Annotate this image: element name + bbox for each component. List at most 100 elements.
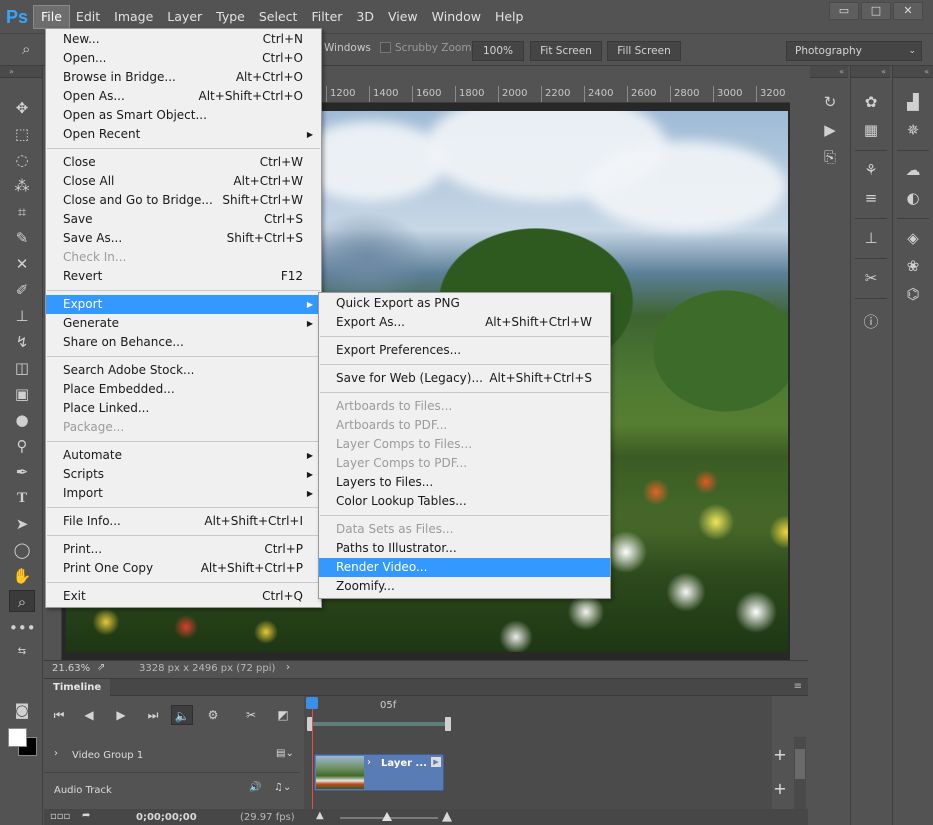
menu-item-export-as[interactable]: Export As... Alt+Shift+Ctrl+W [319,313,610,332]
timeline-tracks-area[interactable]: 05f › Layer ... ▶ [304,696,772,811]
clone-stamp-tool-icon[interactable]: ⊥ [9,305,35,327]
hand-tool-icon[interactable]: ✋ [9,565,35,587]
previous-frame-icon[interactable]: ◀ [78,705,100,725]
menu-help[interactable]: Help [488,6,531,28]
magic-wand-tool-icon[interactable]: ⁂ [9,175,35,197]
eraser-tool-icon[interactable]: ◫ [9,357,35,379]
menu-item-share-on-behance[interactable]: Share on Behance... [46,333,321,352]
timeline-tab[interactable]: Timeline [44,679,111,696]
menu-item-close-and-go-to-bridge[interactable]: Close and Go to Bridge... Shift+Ctrl+W [46,191,321,210]
workspace-select[interactable]: Photography ⌄ [786,41,922,61]
menu-item-open-as[interactable]: Open As... Alt+Shift+Ctrl+O [46,87,321,106]
panel-menu-icon[interactable]: ≡ [794,681,802,692]
video-group-track[interactable]: › Video Group 1 ▤⌄ [44,737,300,773]
fill-screen-button[interactable]: Fill Screen [607,41,681,61]
blur-tool-icon[interactable]: ● [9,409,35,431]
properties-icon[interactable]: ⎘ [818,146,842,168]
panel-collapse[interactable]: « [851,66,890,78]
work-area-bar[interactable] [308,722,448,726]
menu-item-render-video[interactable]: Render Video... [319,558,610,577]
playhead[interactable] [312,703,313,811]
zoom-in-mountain-icon[interactable]: ▲ [442,809,452,824]
work-area-end-handle[interactable] [445,717,451,731]
paths-icon[interactable]: ⌬ [901,283,925,305]
scrubby-zoom-toggle[interactable]: Scrubby Zoom [380,42,472,54]
swap-colors-icon[interactable]: ⇆ [9,641,35,663]
navigator-icon[interactable]: ✵ [901,119,925,141]
menu-item-save-for-web-legacy[interactable]: Save for Web (Legacy)... Alt+Shift+Ctrl+S [319,369,610,388]
menu-item-close-all[interactable]: Close All Alt+Ctrl+W [46,172,321,191]
menu-item-new[interactable]: New... Ctrl+N [46,30,321,49]
close-button[interactable]: ✕ [893,2,923,20]
marquee-tool-icon[interactable]: ⬚ [9,123,35,145]
menu-item-print-one-copy[interactable]: Print One Copy Alt+Shift+Ctrl+P [46,559,321,578]
clip-menu-icon[interactable]: ▶ [431,757,441,767]
video-clip[interactable]: › Layer ... ▶ [314,754,444,791]
path-selection-tool-icon[interactable]: ➤ [9,513,35,535]
render-video-icon[interactable]: ➦ [82,810,90,821]
move-tool-icon[interactable]: ✥ [9,97,35,119]
quick-mask-icon[interactable]: ◙ [9,699,35,721]
panel-collapse[interactable]: « [893,66,933,78]
clone-source-icon[interactable]: ⊥ [859,227,883,249]
scrubby-zoom-checkbox[interactable] [380,42,391,53]
panel-collapse[interactable]: « [810,66,848,78]
menu-item-open[interactable]: Open... Ctrl+O [46,49,321,68]
minimize-button[interactable]: ▭ [829,2,859,20]
frame-mode-icon[interactable]: ▫▫▫ [50,811,70,822]
play-icon[interactable]: ▶ [110,705,132,725]
menu-item-file-info[interactable]: File Info... Alt+Shift+Ctrl+I [46,512,321,531]
menu-item-print[interactable]: Print... Ctrl+P [46,540,321,559]
timeline-scrollbar[interactable] [794,737,806,809]
next-frame-icon[interactable]: ⏭ [142,705,164,725]
actions-icon[interactable]: ▶ [818,119,842,141]
foreground-color-swatch[interactable] [8,728,27,747]
menu-item-zoomify[interactable]: Zoomify... [319,577,610,596]
chevron-right-icon[interactable]: › [367,757,371,768]
zoom-tool-icon[interactable]: ⌕ [9,590,35,612]
menu-item-scripts[interactable]: Scripts ▶ [46,465,321,484]
menu-item-paths-to-illustrator[interactable]: Paths to Illustrator... [319,539,610,558]
menu-image[interactable]: Image [107,6,160,28]
settings-gear-icon[interactable]: ⚙ [202,705,224,725]
menu-item-place-linked[interactable]: Place Linked... [46,399,321,418]
transition-icon[interactable]: ◩ [272,705,294,725]
menu-item-save[interactable]: Save Ctrl+S [46,210,321,229]
menu-item-save-as[interactable]: Save As... Shift+Ctrl+S [46,229,321,248]
menu-item-revert[interactable]: Revert F12 [46,267,321,286]
histogram-icon[interactable]: ▟ [901,91,925,113]
export-icon[interactable]: ⇗ [97,662,105,673]
menu-filter[interactable]: Filter [304,6,349,28]
more-tools-icon[interactable]: ••• [9,617,36,639]
menu-file[interactable]: File [33,4,70,29]
audio-track[interactable]: Audio Track 🔊 ♫⌄ [44,775,300,811]
chevron-right-icon[interactable]: › [286,662,290,673]
brush-settings-icon[interactable]: ≡ [859,187,883,209]
crop-tool-icon[interactable]: ⌗ [9,201,35,223]
split-scissors-icon[interactable]: ✂ [240,705,262,725]
adjustments-icon[interactable]: ◐ [901,187,925,209]
menu-item-import[interactable]: Import ▶ [46,484,321,503]
menu-layer[interactable]: Layer [160,6,209,28]
menu-item-place-embedded[interactable]: Place Embedded... [46,380,321,399]
menu-item-export-preferences[interactable]: Export Preferences... [319,341,610,360]
menu-item-close[interactable]: Close Ctrl+W [46,153,321,172]
menu-type[interactable]: Type [209,6,252,28]
restore-button[interactable]: □ [861,2,891,20]
scrollbar-thumb[interactable] [795,749,805,779]
go-to-first-frame-icon[interactable]: ⏮ [48,705,70,725]
tool-presets-icon[interactable]: ✂ [859,267,883,289]
menu-item-browse-in-bridge[interactable]: Browse in Bridge... Alt+Ctrl+O [46,68,321,87]
toolbar-collapse[interactable]: » [0,66,42,78]
color-icon[interactable]: ✿ [859,91,883,113]
layers-icon[interactable]: ◈ [901,227,925,249]
menu-item-exit[interactable]: Exit Ctrl+Q [46,587,321,606]
menu-item-export[interactable]: Export ▶ [46,295,321,314]
menu-edit[interactable]: Edit [69,6,107,28]
add-media-audio-button[interactable]: + [770,779,790,799]
fit-screen-button[interactable]: Fit Screen [530,41,602,61]
zoom-100-button[interactable]: 100% [472,41,524,61]
menu-item-search-adobe-stock[interactable]: Search Adobe Stock... [46,361,321,380]
menu-item-color-lookup-tables[interactable]: Color Lookup Tables... [319,492,610,511]
time-ruler[interactable]: 05f [304,696,772,736]
